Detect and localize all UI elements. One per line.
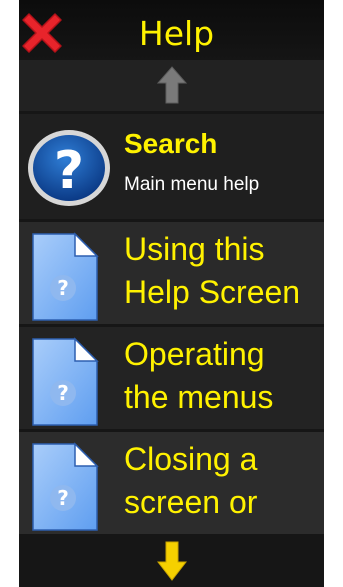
list-item-search[interactable]: ? Search Main menu help [19, 111, 324, 222]
help-screen: Help ? Search Main menu help ? Using thi… [19, 0, 324, 587]
search-subtitle: Main menu help [124, 174, 260, 195]
help-circle-icon: ? [28, 130, 110, 206]
list-item[interactable]: ? Operating the menus [19, 324, 324, 429]
arrow-up-icon [157, 66, 187, 104]
list-item-label: Closing a screen or [124, 441, 258, 520]
list-item[interactable]: ? Using this Help Screen [19, 219, 324, 324]
list-item-label: Using this Help Screen [124, 231, 301, 310]
svg-text:?: ? [57, 381, 69, 405]
help-document-icon: ? [32, 337, 99, 426]
list-item[interactable]: ? Closing a screen or [19, 429, 324, 534]
scroll-up-button[interactable] [19, 60, 324, 111]
svg-text:?: ? [57, 276, 69, 300]
page-title: Help [138, 14, 215, 53]
svg-text:?: ? [54, 141, 84, 201]
close-icon [22, 13, 62, 53]
svg-text:?: ? [57, 486, 69, 510]
help-document-icon: ? [32, 232, 99, 321]
list-item-label: Operating the menus [124, 336, 274, 415]
help-document-icon: ? [32, 442, 99, 531]
close-button[interactable] [21, 12, 63, 54]
header-bar: Help [19, 0, 324, 60]
search-title: Search [124, 128, 218, 159]
arrow-down-icon [157, 541, 187, 581]
scroll-down-button[interactable] [19, 534, 324, 587]
